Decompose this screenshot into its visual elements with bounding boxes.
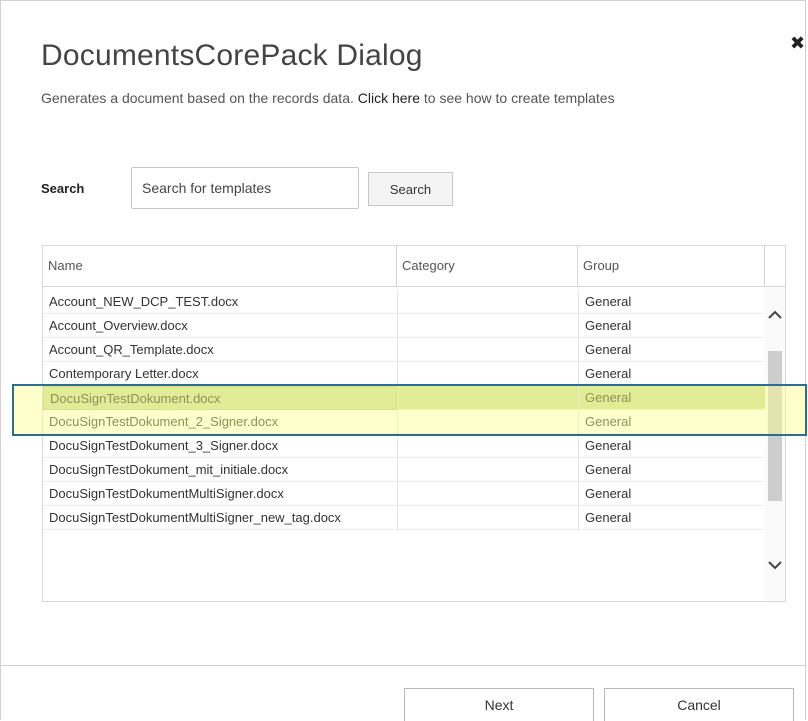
cell-category (397, 434, 578, 458)
cell-group: General (578, 458, 765, 482)
cell-name: DocuSignTestDokument_3_Signer.docx (49, 438, 279, 453)
create-templates-link[interactable]: Click here (358, 90, 420, 106)
cell-group: General (578, 338, 765, 362)
table-row[interactable]: Account_QR_Template.docx General (43, 338, 765, 362)
column-header-category[interactable]: Category (397, 246, 578, 286)
footer-divider (1, 665, 807, 666)
chevron-up-icon[interactable] (765, 307, 785, 327)
cell-name: Contemporary Letter.docx (49, 366, 199, 381)
table-row-selected[interactable]: DocuSignTestDokument.docx General (43, 386, 765, 410)
cell-name: DocuSignTestDokument_2_Signer.docx (49, 414, 279, 429)
cell-category (397, 362, 578, 386)
cell-name: Account_Overview.docx (49, 318, 188, 333)
cell-category (397, 506, 578, 530)
cell-name: DocuSignTestDokumentMultiSigner_new_tag.… (49, 510, 341, 525)
cell-name: DocuSignTestDokumentMultiSigner.docx (49, 486, 284, 501)
chevron-down-icon[interactable] (765, 557, 785, 577)
cell-name: DocuSignTestDokument.docx (43, 386, 397, 410)
close-icon[interactable]: ✖ (790, 35, 805, 53)
cell-category (397, 290, 578, 314)
grid-header: Name Category Group (43, 246, 785, 287)
table-row[interactable]: DocuSignTestDokumentMultiSigner.docx Gen… (43, 482, 765, 506)
search-input[interactable] (131, 167, 359, 209)
cell-group: General (578, 506, 765, 530)
cell-group: General (578, 314, 765, 338)
subtitle-text: Generates a document based on the record… (41, 90, 354, 106)
cell-group: General (578, 290, 765, 314)
next-button[interactable]: Next (404, 688, 594, 721)
cell-group: General (578, 482, 765, 506)
cell-category (397, 386, 578, 410)
column-header-name[interactable]: Name (43, 246, 397, 286)
cell-category (397, 314, 578, 338)
cell-group: General (578, 410, 765, 434)
cell-group: General (578, 386, 765, 410)
cell-group: General (578, 362, 765, 386)
dialog-title: DocumentsCorePack Dialog (41, 39, 423, 72)
templates-grid: Name Category Group Account_NEW_DCP_TEST… (42, 245, 786, 602)
cell-name: Account_QR_Template.docx (49, 342, 214, 357)
column-header-group[interactable]: Group (578, 246, 765, 286)
table-row[interactable]: DocuSignTestDokument_mit_initiale.docx G… (43, 458, 765, 482)
cell-category (397, 410, 578, 434)
cell-category (397, 482, 578, 506)
table-row[interactable]: DocuSignTestDokumentMultiSigner_new_tag.… (43, 506, 765, 530)
table-row[interactable]: Account_Overview.docx General (43, 314, 765, 338)
documents-core-pack-dialog: ✖ DocumentsCorePack Dialog Generates a d… (0, 0, 807, 721)
table-row[interactable]: Account_NEW_DCP_TEST.docx General (43, 290, 765, 314)
dialog-subtitle: Generates a document based on the record… (41, 90, 615, 106)
search-button[interactable]: Search (368, 172, 453, 206)
cell-name: DocuSignTestDokument_mit_initiale.docx (49, 462, 289, 477)
cell-group: General (578, 434, 765, 458)
table-row[interactable]: DocuSignTestDokument_2_Signer.docx Gener… (43, 410, 765, 434)
table-row[interactable]: DocuSignTestDokument_3_Signer.docx Gener… (43, 434, 765, 458)
cell-category (397, 338, 578, 362)
grid-scrollbar[interactable] (765, 287, 785, 601)
cell-name: Account_NEW_DCP_TEST.docx (49, 294, 239, 309)
search-label: Search (41, 181, 85, 196)
subtitle-text-after: to see how to create templates (423, 90, 615, 106)
scrollbar-thumb[interactable] (768, 351, 782, 501)
cancel-button[interactable]: Cancel (604, 688, 794, 721)
table-row[interactable]: Contemporary Letter.docx General (43, 362, 765, 386)
cell-category (397, 458, 578, 482)
